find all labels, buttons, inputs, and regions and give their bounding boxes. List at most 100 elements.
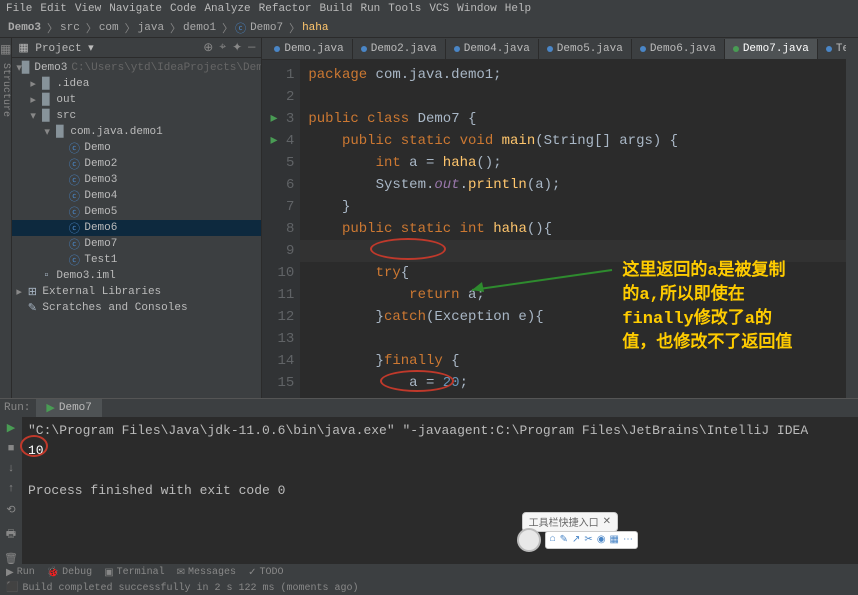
breadcrumb-class[interactable]: Demo7 — [250, 22, 283, 34]
annotation-circle-2 — [380, 370, 454, 392]
tree-row-demo[interactable]: ⓒDemo — [12, 140, 261, 156]
tab-demo2-java[interactable]: Demo2.java — [353, 39, 446, 59]
tree-row-demo6[interactable]: ⓒDemo6 — [12, 220, 261, 236]
sb-debug[interactable]: 🐞 Debug — [47, 567, 92, 579]
menu-help[interactable]: Help — [505, 3, 531, 15]
print-icon[interactable]: 🖶 — [6, 525, 16, 544]
tool-icon-5[interactable]: ◉ — [597, 534, 606, 546]
tree-row-scratches-and-consoles[interactable]: ✎Scratches and Consoles — [12, 300, 261, 316]
up-icon[interactable]: ↑ — [8, 483, 15, 495]
trash-icon[interactable]: 🗑 — [4, 552, 18, 566]
sb-messages[interactable]: ✉ Messages — [177, 567, 236, 579]
tree-row-demo3-iml[interactable]: ▫Demo3.iml — [12, 268, 261, 284]
tool-icon-6[interactable]: ▦ — [610, 534, 619, 546]
down-icon[interactable]: ↓ — [8, 463, 15, 475]
breadcrumb-project[interactable]: Demo3 — [8, 22, 41, 34]
tab-demo5-java[interactable]: Demo5.java — [539, 39, 632, 59]
code-line-3[interactable]: public class Demo7 { — [308, 108, 858, 130]
assistant-bubble-icon[interactable] — [517, 528, 541, 552]
code-editor[interactable]: 12▸ 3▸ 45678910111213141516 package com.… — [262, 60, 858, 398]
tree-row-com-java-demo1[interactable]: ▾▉com.java.demo1 — [12, 124, 261, 140]
tool-icon-3[interactable]: ↗ — [572, 534, 580, 546]
tree-row-demo3[interactable]: ▾▉Demo3 C:\Users\ytd\IdeaProjects\Demo3 — [12, 60, 261, 76]
hide-icon[interactable]: — — [248, 40, 255, 55]
tab-demo6-java[interactable]: Demo6.java — [632, 39, 725, 59]
line-gutter: 12▸ 3▸ 45678910111213141516 — [262, 60, 300, 398]
breadcrumb-java[interactable]: java — [138, 22, 164, 34]
console-output[interactable]: "C:\Program Files\Java\jdk-11.0.6\bin\ja… — [22, 417, 858, 566]
tool-icon-7[interactable]: ⋯ — [623, 534, 633, 546]
tab-demo-java[interactable]: Demo.java — [266, 39, 352, 59]
breadcrumb-src[interactable]: src — [60, 22, 80, 34]
tool-icon-1[interactable]: ⌂ — [550, 534, 556, 546]
tree-row-demo3[interactable]: ⓒDemo3 — [12, 172, 261, 188]
menu-window[interactable]: Window — [457, 3, 497, 15]
menu-tools[interactable]: Tools — [388, 3, 421, 15]
rerun-icon[interactable]: ▶ — [7, 421, 15, 435]
sb-terminal[interactable]: ▣ Terminal — [104, 567, 164, 579]
annotation-circle-output — [20, 435, 48, 457]
code-line-1[interactable]: package com.java.demo1; — [308, 64, 858, 86]
breadcrumb-bar: Demo3 〉src 〉com 〉java 〉demo1 〉ⓒ Demo7 〉h… — [0, 18, 858, 38]
structure-tool-label[interactable]: Structure — [0, 63, 11, 117]
annotation-circle-1 — [370, 238, 446, 260]
menu-build[interactable]: Build — [319, 3, 352, 15]
sb-run[interactable]: ▶ Run — [6, 567, 35, 579]
tree-row-external-libraries[interactable]: ▸⊞External Libraries — [12, 284, 261, 300]
menu-vcs[interactable]: VCS — [429, 3, 449, 15]
run-config-tab[interactable]: ▶Demo7 — [36, 399, 101, 417]
code-line-5[interactable]: int a = haha(); — [308, 152, 858, 174]
tab-demo4-java[interactable]: Demo4.java — [446, 39, 539, 59]
tool-icon-4[interactable]: ✂ — [584, 534, 592, 546]
console-output-line: 10 — [28, 441, 852, 461]
annotation-text: 这里返回的a是被复制的a,所以即使在finally修改了a的值，也修改不了返回值 — [622, 260, 802, 356]
tree-row-test1[interactable]: ⓒTest1 — [12, 252, 261, 268]
breadcrumb-method[interactable]: haha — [302, 22, 328, 34]
tree-row-src[interactable]: ▾▉src — [12, 108, 261, 124]
project-tool-icon[interactable]: ▦ — [0, 42, 11, 57]
menu-file[interactable]: File — [6, 3, 32, 15]
project-panel-title: ▦ Project ▾ — [18, 41, 93, 55]
tree-row-out[interactable]: ▸▉out — [12, 92, 261, 108]
tree-row-demo7[interactable]: ⓒDemo7 — [12, 236, 261, 252]
wrap-icon[interactable]: ⟲ — [6, 503, 15, 517]
sb-todo[interactable]: ✓ TODO — [248, 567, 283, 579]
code-line-8[interactable]: public static int haha(){ — [308, 218, 858, 240]
menu-edit[interactable]: Edit — [40, 3, 66, 15]
tab-demo7-java[interactable]: Demo7.java — [725, 39, 818, 59]
collapse-icon[interactable]: ⊕ — [203, 40, 213, 55]
menu-refactor[interactable]: Refactor — [259, 3, 312, 15]
breadcrumb-com[interactable]: com — [99, 22, 119, 34]
code-line-7[interactable]: } — [308, 196, 858, 218]
settings-icon[interactable]: ✦ — [232, 40, 242, 55]
tree-row-demo2[interactable]: ⓒDemo2 — [12, 156, 261, 172]
left-tool-strip: ▦ Structure — [0, 38, 12, 398]
code-line-2[interactable] — [308, 86, 858, 108]
project-panel: ▦ Project ▾ ⊕ ⌖ ✦ — ▾▉Demo3 C:\Users\ytd… — [12, 38, 262, 398]
tool-icon-2[interactable]: ✎ — [560, 534, 568, 546]
stop-icon[interactable]: ■ — [8, 443, 15, 455]
code-line-6[interactable]: System.out.println(a); — [308, 174, 858, 196]
code-line-16[interactable]: } — [308, 394, 858, 398]
menu-run[interactable]: Run — [360, 3, 380, 15]
menubar: File Edit View Navigate Code Analyze Ref… — [0, 0, 858, 18]
code-line-4[interactable]: public static void main(String[] args) { — [308, 130, 858, 152]
breadcrumb-demo1[interactable]: demo1 — [183, 22, 216, 34]
tree-row--idea[interactable]: ▸▉.idea — [12, 76, 261, 92]
console-panel: Run: ▶Demo7 ▶ ■ ↓ ↑ ⟲ 🖶 🗑 "C:\Program Fi… — [0, 398, 858, 563]
locate-icon[interactable]: ⌖ — [219, 40, 226, 55]
build-status: ⬛ Build completed successfully in 2 s 12… — [0, 581, 858, 595]
editor-tabs: Demo.javaDemo2.javaDemo4.javaDemo5.javaD… — [262, 38, 858, 60]
menu-navigate[interactable]: Navigate — [109, 3, 162, 15]
console-cmd-line: "C:\Program Files\Java\jdk-11.0.6\bin\ja… — [28, 421, 852, 441]
tree-row-demo4[interactable]: ⓒDemo4 — [12, 188, 261, 204]
floating-toolbar[interactable]: ⌂ ✎ ↗ ✂ ◉ ▦ ⋯ — [517, 528, 638, 552]
project-tree[interactable]: ▾▉Demo3 C:\Users\ytd\IdeaProjects\Demo3▸… — [12, 58, 261, 398]
tree-row-demo5[interactable]: ⓒDemo5 — [12, 204, 261, 220]
menu-view[interactable]: View — [75, 3, 101, 15]
menu-analyze[interactable]: Analyze — [204, 3, 250, 15]
annotation-arrow — [462, 260, 622, 300]
close-icon[interactable]: ✕ — [603, 516, 611, 528]
run-tab-label: Run: — [4, 402, 30, 414]
menu-code[interactable]: Code — [170, 3, 196, 15]
